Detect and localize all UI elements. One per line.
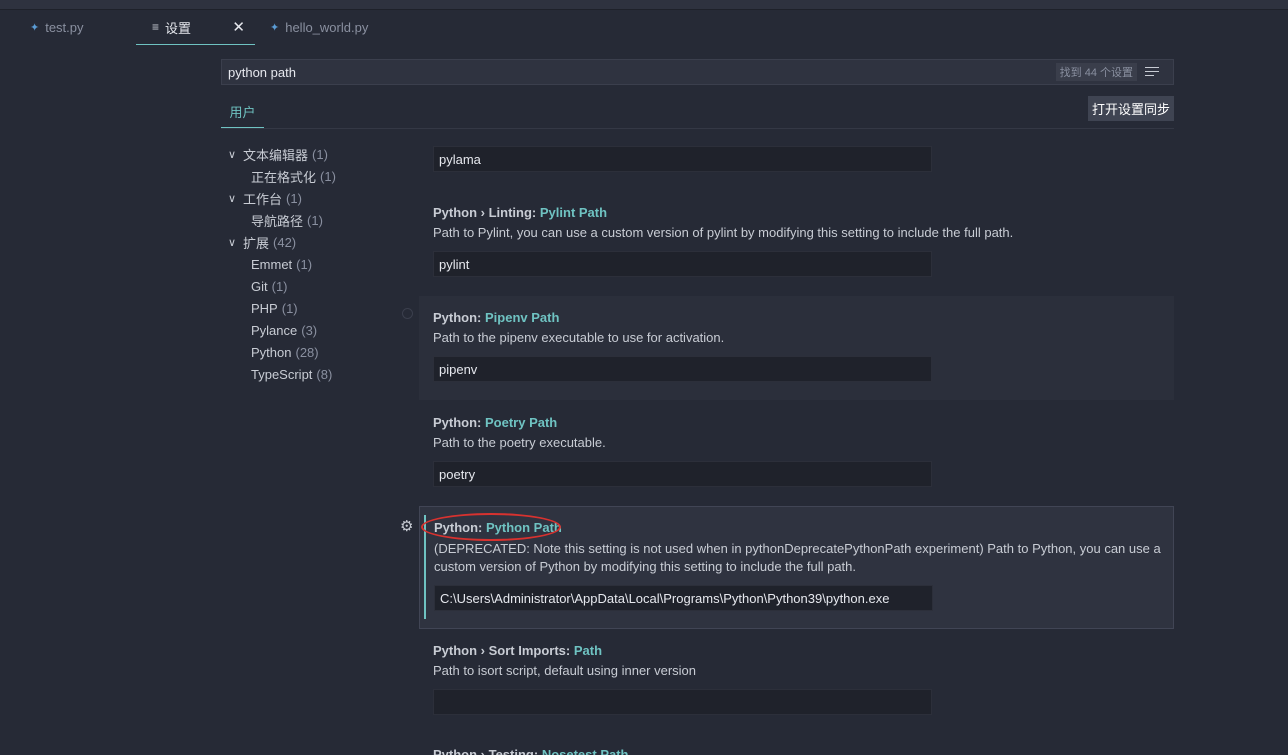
tab-test-py[interactable]: ✦ test.py: [30, 10, 84, 45]
setting-nosetest-path: Python › Testing: Nosetest Path: [419, 734, 1174, 755]
toc-item-formatting[interactable]: 正在格式化 (1): [221, 165, 411, 187]
tab-settings[interactable]: ≡ 设置 ✕: [136, 10, 255, 45]
modified-indicator-icon: [402, 308, 413, 319]
python-file-icon: ✦: [30, 22, 40, 34]
tab-user-scope[interactable]: 用户: [221, 96, 264, 128]
toc-item-breadcrumbs[interactable]: 导航路径 (1): [221, 209, 411, 231]
isort-path-input[interactable]: [433, 689, 932, 715]
python-file-icon: ✦: [270, 22, 280, 34]
pylint-path-input[interactable]: [433, 251, 932, 277]
toc-item-typescript[interactable]: TypeScript (8): [221, 363, 411, 385]
poetry-path-input[interactable]: [433, 461, 932, 487]
setting-title: Python › Testing: Nosetest Path: [433, 747, 629, 755]
setting-title: Python: Poetry Path: [433, 415, 558, 430]
setting-title: Python: Pipenv Path: [433, 310, 560, 325]
toc-item-git[interactable]: Git (1): [221, 275, 411, 297]
close-icon[interactable]: ✕: [232, 18, 245, 36]
toc-item-workbench[interactable]: ∨ 工作台 (1): [221, 187, 411, 209]
pipenv-path-input[interactable]: [433, 356, 932, 382]
setting-description: Path to isort script, default using inne…: [433, 663, 697, 678]
toc-item-php[interactable]: PHP (1): [221, 297, 411, 319]
tab-label: hello_world.py: [285, 20, 369, 35]
toc-item-text-editor[interactable]: ∨ 文本编辑器 (1): [221, 143, 411, 165]
setting-pylint-path: Python › Linting: Pylint Path Path to Py…: [419, 193, 1174, 297]
toc-item-pylance[interactable]: Pylance (3): [221, 319, 411, 341]
tab-label: 设置: [165, 20, 192, 36]
chevron-down-icon: ∨: [227, 192, 237, 205]
filter-list-icon[interactable]: [1145, 66, 1161, 78]
setting-pipenv-path: Python: Pipenv Path Path to the pipenv e…: [419, 296, 1174, 400]
title-bar: [0, 0, 1288, 10]
settings-toc: ∨ 文本编辑器 (1) 正在格式化 (1) ∨ 工作台 (1) 导航路径 (1) ∨ 扩…: [221, 143, 411, 385]
settings-doc-icon: ≡: [152, 20, 160, 34]
search-input[interactable]: [222, 60, 1056, 84]
setting-pylama: [419, 133, 1174, 193]
tab-hello-world-py[interactable]: ✦ hello_world.py: [270, 10, 368, 45]
setting-description: Path to the pipenv executable to use for…: [433, 330, 725, 345]
annotation-circle: [421, 513, 561, 541]
python-path-input[interactable]: [434, 585, 933, 611]
setting-title: Python › Linting: Pylint Path: [433, 205, 608, 220]
chevron-down-icon: ∨: [227, 148, 237, 161]
toc-item-emmet[interactable]: Emmet (1): [221, 253, 411, 275]
editor-tab-bar: ✦ test.py ≡ 设置 ✕ ✦ hello_world.py: [0, 10, 1288, 45]
setting-title: Python › Sort Imports: Path: [433, 643, 603, 658]
search-result-count: 找到 44 个设置: [1055, 63, 1137, 81]
tab-label: test.py: [45, 20, 84, 35]
setting-poetry-path: Python: Poetry Path Path to the poetry e…: [419, 401, 1174, 505]
divider: [221, 128, 1174, 129]
pylama-path-input[interactable]: [433, 146, 932, 172]
setting-isort-path: Python › Sort Imports: Path Path to isor…: [419, 630, 1174, 734]
setting-description: (DEPRECATED: Note this setting is not us…: [434, 541, 1161, 574]
settings-search: 找到 44 个设置: [221, 59, 1174, 85]
setting-description: Path to Pylint, you can use a custom ver…: [433, 225, 1014, 240]
chevron-down-icon: ∨: [227, 236, 237, 249]
setting-description: Path to the poetry executable.: [433, 435, 606, 450]
open-settings-sync-button[interactable]: 打开设置同步: [1088, 96, 1174, 121]
gear-icon[interactable]: ⚙: [400, 517, 413, 535]
toc-item-python[interactable]: Python (28): [221, 341, 411, 363]
toc-item-extensions[interactable]: ∨ 扩展 (42): [221, 231, 411, 253]
